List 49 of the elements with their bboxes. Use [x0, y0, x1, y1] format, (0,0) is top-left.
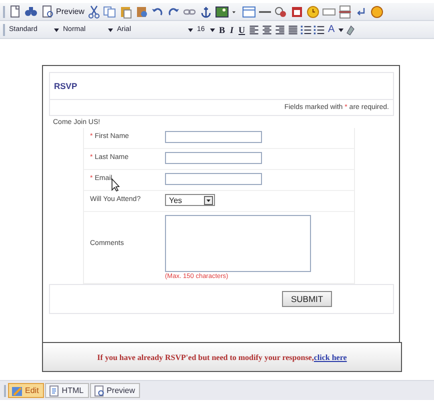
- font-color-button[interactable]: A: [326, 22, 337, 36]
- mouse-pointer-icon: [111, 178, 120, 192]
- copy-icon[interactable]: [103, 4, 118, 18]
- numbered-list-icon[interactable]: [300, 24, 312, 36]
- toolbar-grip-icon: [2, 22, 6, 36]
- new-page-icon[interactable]: [8, 4, 22, 18]
- caret-icon[interactable]: [107, 26, 114, 32]
- italic-button[interactable]: I: [228, 22, 236, 36]
- bullet-list-icon[interactable]: [313, 24, 326, 36]
- paste-word-icon[interactable]: [135, 4, 150, 18]
- document-icon: [48, 384, 60, 396]
- view-tab[interactable]: Preview: [90, 383, 140, 398]
- caret-icon[interactable]: [209, 26, 216, 32]
- input-field[interactable]: [165, 131, 262, 143]
- special-character-icon[interactable]: [274, 4, 288, 18]
- scissors-icon[interactable]: [87, 4, 102, 18]
- toolbar-grip-icon: [2, 4, 6, 18]
- caret-icon[interactable]: [53, 26, 60, 32]
- clock-icon[interactable]: [306, 4, 320, 18]
- input-field[interactable]: [165, 152, 262, 164]
- input-field[interactable]: [165, 173, 262, 185]
- caret-icon[interactable]: [338, 26, 344, 32]
- pencil-icon: [11, 384, 23, 396]
- preview-page-icon: [92, 384, 105, 396]
- comments-field[interactable]: [165, 215, 311, 272]
- bold-button[interactable]: B: [217, 22, 228, 36]
- notice-text: If you have already RSVP'ed but need to modify your response,: [97, 353, 314, 362]
- page-break-icon[interactable]: [338, 4, 352, 18]
- caret-icon[interactable]: [187, 26, 194, 32]
- align-left-icon[interactable]: [248, 24, 260, 36]
- image-icon[interactable]: [215, 4, 230, 18]
- anchor-icon[interactable]: [199, 4, 214, 18]
- preview-button[interactable]: Preview: [40, 4, 86, 19]
- view-tab[interactable]: Edit: [8, 383, 44, 398]
- align-right-icon[interactable]: [274, 24, 286, 36]
- table-icon[interactable]: [242, 4, 256, 18]
- toolbar-grip-icon: [3, 384, 7, 398]
- attend-dropdown[interactable]: Yes: [165, 194, 215, 206]
- form-title: RSVP: [54, 81, 78, 91]
- click-here-link[interactable]: click here: [314, 353, 347, 362]
- underline-button[interactable]: U: [236, 22, 248, 36]
- preview-page-icon: [41, 4, 55, 18]
- binoculars-icon[interactable]: [24, 4, 38, 18]
- justify-icon[interactable]: [287, 24, 300, 36]
- align-center-icon[interactable]: [261, 24, 274, 36]
- view-tab[interactable]: HTML: [44, 383, 89, 398]
- paste-icon[interactable]: [119, 4, 134, 18]
- caret-icon[interactable]: [204, 196, 213, 204]
- submit-button[interactable]: SUBMIT: [282, 291, 332, 307]
